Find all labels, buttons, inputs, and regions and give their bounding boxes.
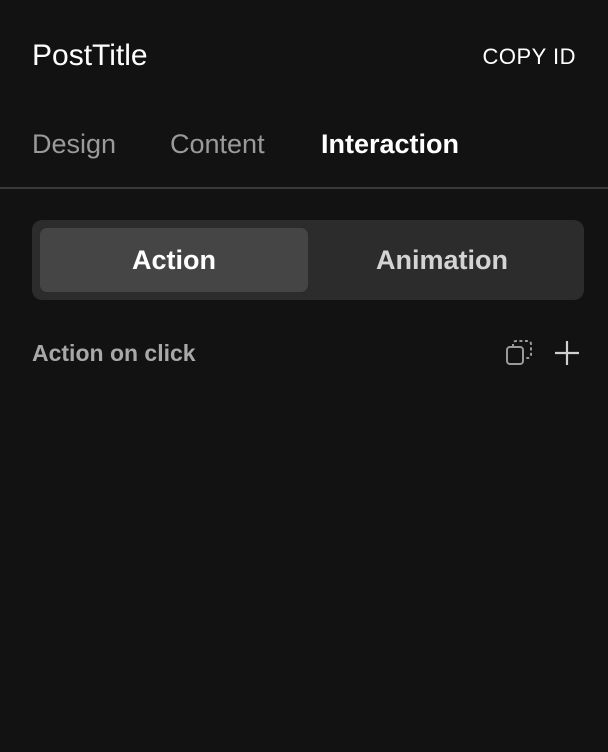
tab-interaction[interactable]: Interaction [321, 127, 459, 161]
element-title: PostTitle [32, 39, 148, 72]
action-on-click-section: Action on click [32, 336, 584, 370]
plus-icon[interactable] [552, 338, 582, 368]
duplicate-icon[interactable] [504, 338, 534, 368]
section-label: Action on click [32, 340, 196, 366]
tab-design[interactable]: Design [32, 127, 116, 161]
panel-tabs: Design Content Interaction [0, 112, 608, 189]
animation-segment[interactable]: Animation [308, 228, 576, 292]
copy-id-button[interactable]: COPY ID [482, 43, 576, 71]
tab-content[interactable]: Content [170, 127, 265, 161]
interaction-mode-switch: Action Animation [32, 220, 584, 300]
action-segment[interactable]: Action [40, 228, 308, 292]
panel-header: PostTitle COPY ID [0, 0, 608, 112]
